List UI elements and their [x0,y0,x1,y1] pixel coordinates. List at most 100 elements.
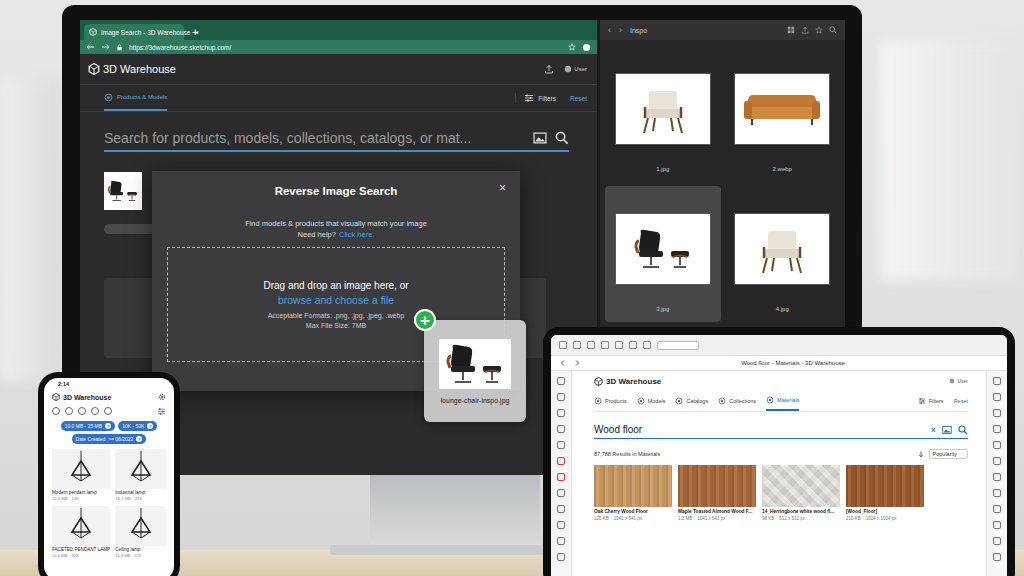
tool-icon[interactable] [993,441,1001,449]
tool-icon[interactable] [557,521,565,529]
category-tab[interactable]: Products [594,392,627,410]
file-item[interactable]: 2.webp [725,46,841,182]
tab-label[interactable]: Products [605,398,627,404]
sort-icon[interactable] [917,450,925,458]
material-swatch[interactable] [846,465,924,507]
product-name[interactable]: Industrial lamp [115,490,166,495]
tool-icon[interactable] [557,409,565,417]
search-field[interactable]: Wood floor × [594,424,968,439]
filters-icon[interactable] [918,397,926,405]
tab-label[interactable]: Models [648,398,666,404]
tool-icon[interactable] [557,393,565,401]
user-menu[interactable]: User [949,378,968,384]
file-item[interactable]: 4.jpg [725,186,841,322]
help-link[interactable]: Click here. [339,230,374,239]
tool-icon[interactable] [557,489,565,497]
site-logo[interactable]: 3D Warehouse [594,377,661,386]
tool-icon[interactable] [557,473,565,481]
remove-chip-button[interactable]: × [136,436,142,442]
category-icon[interactable] [104,407,112,415]
file-item[interactable]: 1.jpg [605,46,721,182]
back-button[interactable]: ‹ [608,25,611,35]
tool-icon[interactable] [993,409,1001,417]
tool-icon[interactable] [993,505,1001,513]
tool-icon[interactable] [993,393,1001,401]
tool-icon[interactable] [557,377,565,385]
material-card[interactable]: [Wood_Floor]210 KB1024 x 1024 px [846,465,924,521]
forward-arrow-icon[interactable] [573,359,581,367]
tab-label[interactable]: Catalogs [686,398,708,404]
site-logo[interactable]: 3D Warehouse [88,63,176,75]
product-name[interactable]: Modern pendant lamp [52,490,110,495]
search-icon[interactable] [958,425,968,435]
filters-button[interactable]: Filters [515,93,556,103]
sort-control[interactable]: Popularity [917,449,968,459]
remove-chip-button[interactable]: × [147,423,153,429]
material-swatch[interactable] [678,465,756,507]
back-arrow-icon[interactable] [559,359,567,367]
product-card[interactable]: FACETED PENDANT LAMP14.6 MB32K [52,506,110,558]
file-thumbnail[interactable] [735,74,829,144]
toolbar-button-icon[interactable] [573,341,581,349]
tab-label[interactable]: Products & Models [117,94,167,100]
address-bar[interactable]: https://3dwarehouse.sketchup.com/ [80,40,597,54]
file-item[interactable]: 3.jpg [605,186,721,322]
file-name[interactable]: 3.jpg [656,306,669,312]
material-card[interactable]: Oak Cherry Wood Floor125 KB1041 x 541 px [594,465,672,521]
category-tab[interactable]: Catalogs [675,392,708,410]
products-models-tab[interactable]: Products & Models [104,86,167,111]
toolbar-button-icon[interactable] [587,341,595,349]
file-name[interactable]: 2.webp [773,166,792,172]
browse-file-link[interactable]: browse and choose a file [278,294,394,306]
tool-icon[interactable] [993,377,1001,385]
tool-icon[interactable] [557,457,565,465]
search-icon[interactable] [829,26,837,34]
toolbar-button-icon[interactable] [559,341,567,349]
material-card[interactable]: 14_Herringbone white wood fl...98 KB512 … [762,465,840,521]
tool-icon[interactable] [557,505,565,513]
tool-icon[interactable] [993,489,1001,497]
product-card[interactable]: Modern pendant lamp12.5 MB14K [52,449,110,501]
product-name[interactable]: FACETED PENDANT LAMP [52,547,110,552]
tool-icon[interactable] [993,473,1001,481]
new-tab-button[interactable]: + [188,24,202,40]
material-name[interactable]: [Wood_Floor] [846,509,924,514]
product-card[interactable]: Ceiling lamp11.3 MB17K [115,506,166,558]
forward-button[interactable]: › [619,25,622,35]
toolbar-button-icon[interactable] [615,341,623,349]
tool-icon[interactable] [993,425,1001,433]
forward-arrow-icon[interactable] [101,43,110,51]
url-text[interactable]: https://3dwarehouse.sketchup.com/ [129,44,562,51]
search-value[interactable]: Wood floor [594,424,925,435]
tool-icon[interactable] [557,537,565,545]
user-name[interactable]: User [957,378,968,384]
tab-label[interactable]: Materials [777,397,799,403]
grid-view-icon[interactable] [787,26,795,34]
settings-icon[interactable] [158,393,166,401]
material-name[interactable]: Maple Toasted Almond Wood F... [678,509,756,514]
site-logo[interactable]: 3D Warehouse [52,393,111,401]
reset-button[interactable]: Reset [570,95,587,102]
user-menu[interactable]: User [564,65,587,73]
search-icon[interactable] [555,131,569,145]
upload-icon[interactable] [544,64,554,74]
bookmark-star-icon[interactable] [568,43,576,51]
tool-icon[interactable] [993,521,1001,529]
category-tab[interactable]: Materials [766,391,799,411]
product-thumbnail[interactable] [115,506,166,546]
file-thumbnail[interactable] [735,214,829,284]
file-name[interactable]: 1.jpg [656,166,669,172]
material-card[interactable]: Maple Toasted Almond Wood F...1.2 MB1041… [678,465,756,521]
clear-search-button[interactable]: × [931,425,936,435]
filters-button[interactable]: Filters [918,397,944,405]
material-swatch[interactable] [594,465,672,507]
tool-icon[interactable] [557,425,565,433]
toolbar-button-icon[interactable] [629,341,637,349]
dragged-file[interactable]: lounge-chair-inspo.jpg [424,320,526,422]
sort-dropdown[interactable]: Popularity [929,449,968,459]
material-swatch[interactable] [762,465,840,507]
file-thumbnail[interactable] [616,74,710,144]
filter-chip[interactable]: 10.0 MB - 25 MB× [61,421,116,431]
filters-label[interactable]: Filters [538,95,556,102]
toolbar-button-icon[interactable] [643,341,651,349]
